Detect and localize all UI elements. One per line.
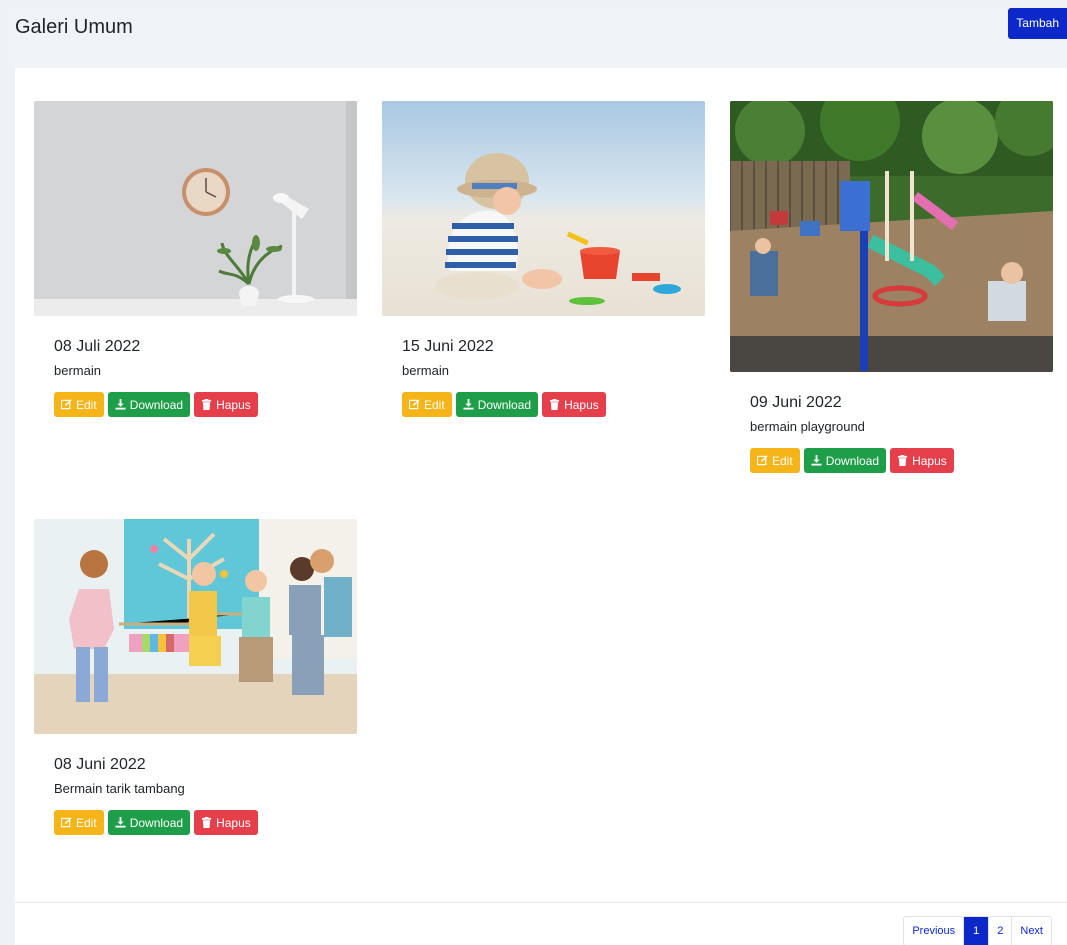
edit-label: Edit (76, 397, 97, 412)
pagination-page-2[interactable]: 2 (989, 917, 1013, 945)
edit-label: Edit (76, 815, 97, 830)
download-icon (115, 817, 126, 828)
gallery-card: 09 Juni 2022 bermain playground Edit Dow… (730, 101, 1053, 473)
delete-label: Hapus (216, 815, 251, 830)
playground-image (730, 101, 1053, 372)
gallery-image[interactable] (34, 101, 357, 316)
delete-button[interactable]: Hapus (194, 392, 258, 417)
download-button[interactable]: Download (803, 448, 887, 473)
card-description: Bermain tarik tambang (54, 781, 185, 796)
page-header: Galeri Umum Tambah (8, 8, 1067, 68)
edit-button[interactable]: Edit (54, 392, 104, 417)
edit-icon (409, 399, 420, 410)
trash-icon (897, 455, 908, 466)
download-label: Download (129, 815, 184, 830)
delete-button[interactable]: Hapus (890, 448, 954, 473)
download-icon (463, 399, 474, 410)
card-date: 09 Juni 2022 (750, 394, 842, 411)
gallery-card: 08 Juni 2022 Bermain tarik tambang Edit … (34, 519, 357, 835)
gallery-footer: Previous 1 2 Next (15, 902, 1067, 945)
gallery-card: 15 Juni 2022 bermain Edit Download Hapus (382, 101, 705, 417)
download-label: Download (825, 453, 880, 468)
download-button[interactable]: Download (107, 810, 191, 835)
download-icon (115, 399, 126, 410)
edit-button[interactable]: Edit (54, 810, 104, 835)
pagination-next[interactable]: Next (1012, 917, 1051, 945)
card-date: 15 Juni 2022 (402, 338, 494, 355)
clock-wall-image (34, 101, 357, 316)
edit-button[interactable]: Edit (402, 392, 452, 417)
card-date: 08 Juli 2022 (54, 338, 141, 355)
card-description: bermain (402, 363, 449, 378)
trash-icon (201, 399, 212, 410)
page-title: Galeri Umum (15, 16, 133, 38)
delete-button[interactable]: Hapus (194, 810, 258, 835)
add-button[interactable]: Tambah (1008, 8, 1067, 39)
delete-label: Hapus (912, 453, 947, 468)
gallery-image[interactable] (382, 101, 705, 316)
gallery-image[interactable] (730, 101, 1053, 372)
download-icon (811, 455, 822, 466)
delete-label: Hapus (564, 397, 599, 412)
card-description: bermain (54, 363, 101, 378)
edit-icon (757, 455, 768, 466)
card-date: 08 Juni 2022 (54, 756, 146, 773)
pagination-page-1[interactable]: 1 (964, 917, 990, 945)
delete-button[interactable]: Hapus (542, 392, 606, 417)
edit-label: Edit (424, 397, 445, 412)
download-label: Download (129, 397, 184, 412)
delete-label: Hapus (216, 397, 251, 412)
trash-icon (201, 817, 212, 828)
edit-label: Edit (772, 453, 793, 468)
card-description: bermain playground (750, 419, 865, 434)
gallery-card: 08 Juli 2022 bermain Edit Download Hapus (34, 101, 357, 417)
download-button[interactable]: Download (455, 392, 539, 417)
pagination: Previous 1 2 Next (903, 916, 1052, 945)
trash-icon (549, 399, 560, 410)
gallery-image[interactable] (34, 519, 357, 734)
download-label: Download (477, 397, 532, 412)
pagination-previous[interactable]: Previous (904, 917, 965, 945)
download-button[interactable]: Download (107, 392, 191, 417)
beach-child-image (382, 101, 705, 316)
tug-of-war-image (34, 519, 357, 734)
edit-icon (61, 399, 72, 410)
edit-button[interactable]: Edit (750, 448, 800, 473)
gallery-content: 08 Juli 2022 bermain Edit Download Hapus (15, 68, 1067, 902)
edit-icon (61, 817, 72, 828)
